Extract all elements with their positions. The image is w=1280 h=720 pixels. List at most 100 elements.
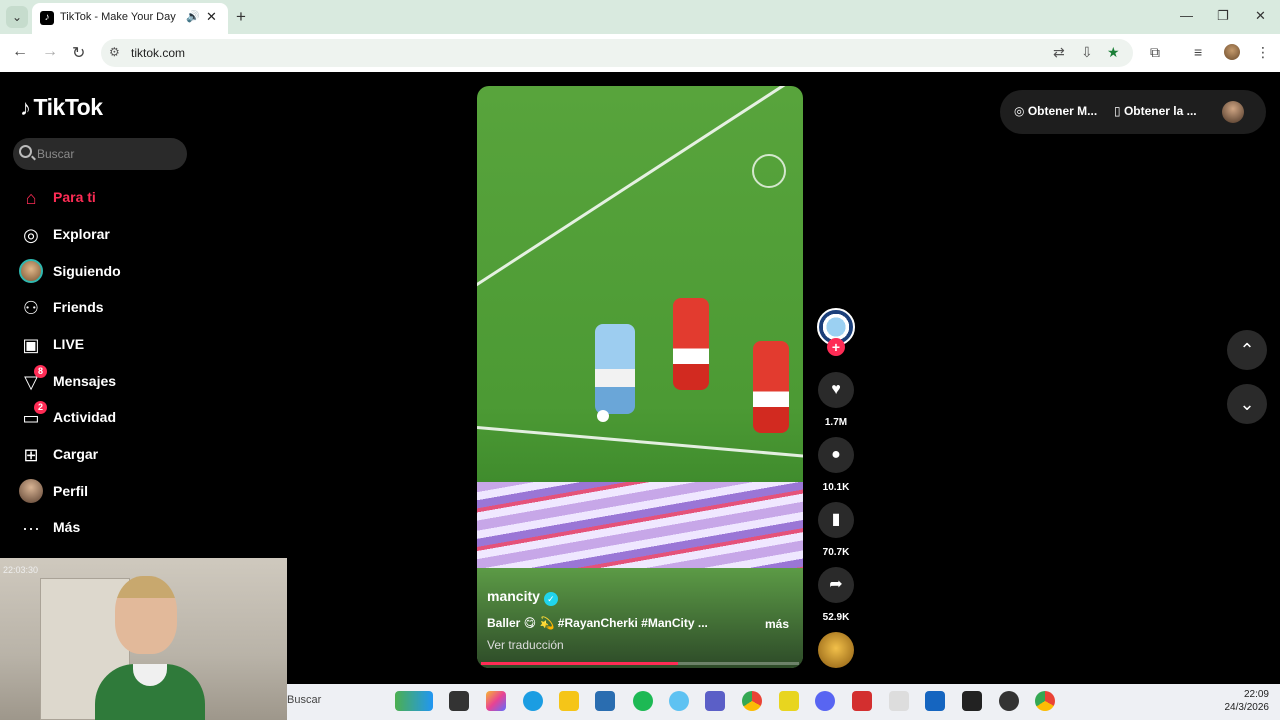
streamer [95,576,205,720]
media-control-icon[interactable]: ≡ [1194,44,1202,60]
follow-button[interactable]: + [827,338,845,356]
sidebar-item-label: Perfil [53,483,89,499]
restore-button[interactable]: ❐ [1217,8,1229,24]
get-app-button[interactable]: ▯ Obtener la ... [1114,104,1197,118]
minimize-button[interactable]: — [1180,8,1193,23]
sidebar-item-perfil[interactable]: Perfil [0,478,220,508]
tab-close-icon[interactable]: ✕ [206,9,217,25]
people-icon: ⚇ [22,298,40,318]
taskbar-search[interactable]: Buscar [287,694,321,706]
sidebar-item-para-ti[interactable]: ⌂ Para ti [0,184,220,214]
sidebar-item-label: Friends [53,299,104,315]
browser-menu-icon[interactable]: ⋮ [1256,44,1270,61]
video-progress-bar[interactable] [481,662,799,665]
activity-badge: 2 [34,401,47,414]
forward-button[interactable]: → [42,43,58,61]
tiktok-logo[interactable]: ♪ TikTok [20,94,103,121]
club-crest-watermark-icon [752,154,786,188]
comment-button[interactable]: ● [818,437,854,473]
extensions-icon[interactable]: ⧉ [1150,44,1160,61]
mail-icon[interactable] [925,691,945,711]
chrome-icon[interactable] [1035,691,1055,711]
top-actions: ◎ Obtener M... ▯ Obtener la ... [1000,90,1266,134]
next-video-button[interactable]: ⌄ [1227,384,1267,424]
taskbar-clock[interactable]: 22:09 24/3/2026 [1209,688,1270,714]
address-bar[interactable]: ⚙ tiktok.com ⇄ ⇩ ★ [101,39,1133,67]
translate-icon[interactable]: ⇄ [1053,44,1065,61]
sidebar-item-mas[interactable]: ··· Más [0,514,220,544]
video-player[interactable]: mancity ✓ Baller 😋 💫 #RayanCherki #ManCit… [477,86,803,668]
ball [597,410,609,422]
sidebar-item-mensajes[interactable]: ▽ 8 Mensajes [0,365,220,398]
video-caption[interactable]: Baller 😋 💫 #RayanCherki #ManCity ... [487,616,708,630]
see-translation-link[interactable]: Ver traducción [487,638,564,652]
window-close-button[interactable]: ✕ [1255,8,1266,24]
tab-search-dropdown[interactable]: ⌄ [6,6,28,28]
save-button[interactable]: ▮ [818,502,854,538]
bookmark-star-icon[interactable]: ★ [1107,44,1120,61]
browser-tab[interactable]: ♪ TikTok - Make Your Day 🔊 ✕ [32,3,228,34]
share-button[interactable]: ➦ [818,567,854,603]
search-input[interactable]: Buscar [13,138,187,170]
app-icon[interactable] [999,691,1019,711]
previous-video-button[interactable]: ⌃ [1227,330,1267,370]
like-button[interactable]: ♥ [818,372,854,408]
obs-icon[interactable] [962,691,982,711]
app-icon[interactable] [889,691,909,711]
music-disc[interactable] [818,632,854,668]
sidebar-item-explorar[interactable]: ◎ Explorar [0,221,220,251]
streamer-shirt [95,664,205,720]
more-icon: ··· [22,518,40,538]
reload-button[interactable]: ↻ [72,43,85,63]
get-coins-button[interactable]: ◎ Obtener M... [1014,104,1097,118]
sidebar-item-friends[interactable]: ⚇ Friends [0,294,220,324]
spotify-icon[interactable] [633,691,653,711]
verified-badge-icon: ✓ [543,592,558,606]
chevron-down-icon: ⌄ [1239,394,1255,414]
profile-avatar[interactable] [1222,101,1244,123]
browser-profile-avatar[interactable] [1224,44,1240,60]
chevron-up-icon: ⌃ [1239,340,1255,360]
widgets-icon[interactable] [395,691,433,711]
discord-icon[interactable] [815,691,835,711]
new-tab-button[interactable]: + [236,7,246,27]
streamer-head [115,576,177,654]
sidebar-item-label: Cargar [53,446,99,462]
sidebar-item-live[interactable]: ▣ LIVE [0,331,220,361]
bookmark-icon: ▮ [831,511,841,528]
pitch-line [477,86,803,299]
install-app-icon[interactable]: ⇩ [1081,44,1093,61]
player-figure [753,341,789,433]
chrome-icon[interactable] [742,691,762,711]
get-coins-label: Obtener M... [1027,104,1098,118]
clock-time: 22:09 [1243,689,1269,700]
teams-icon[interactable] [705,691,725,711]
tiktok-favicon-icon: ♪ [40,11,54,25]
onedrive-icon[interactable] [669,691,689,711]
messages-badge: 8 [34,365,47,378]
windows-taskbar: Buscar 22:09 24/3/2026 [287,684,1280,720]
copilot-icon[interactable] [486,691,506,711]
app-icon[interactable] [779,691,799,711]
sidebar-item-label: Explorar [53,226,110,242]
sidebar-item-siguiendo[interactable]: Siguiendo [0,258,220,288]
back-button[interactable]: ← [12,43,28,61]
video-author[interactable]: mancity ✓ [487,588,558,606]
heart-icon: ♥ [831,381,841,398]
site-info-icon[interactable]: ⚙ [109,45,120,59]
tab-audio-icon[interactable]: 🔊 [186,10,200,23]
comment-count: 10.1K [822,482,850,493]
live-tv-icon: ▣ [22,335,40,355]
comment-icon: ● [831,446,841,463]
task-view-icon[interactable] [449,691,469,711]
author-username: mancity [487,588,540,604]
caption-more-link[interactable]: más [765,617,789,631]
calculator-icon[interactable] [595,691,615,711]
compass-icon: ◎ [23,225,39,245]
sidebar-item-cargar[interactable]: ⊞ Cargar [0,441,220,471]
tiktok-circle-icon: ◎ [1014,104,1028,118]
sidebar-item-actividad[interactable]: ▭ 2 Actividad [0,401,220,434]
among-us-icon[interactable] [852,691,872,711]
file-explorer-icon[interactable] [559,691,579,711]
edge-icon[interactable] [523,691,543,711]
